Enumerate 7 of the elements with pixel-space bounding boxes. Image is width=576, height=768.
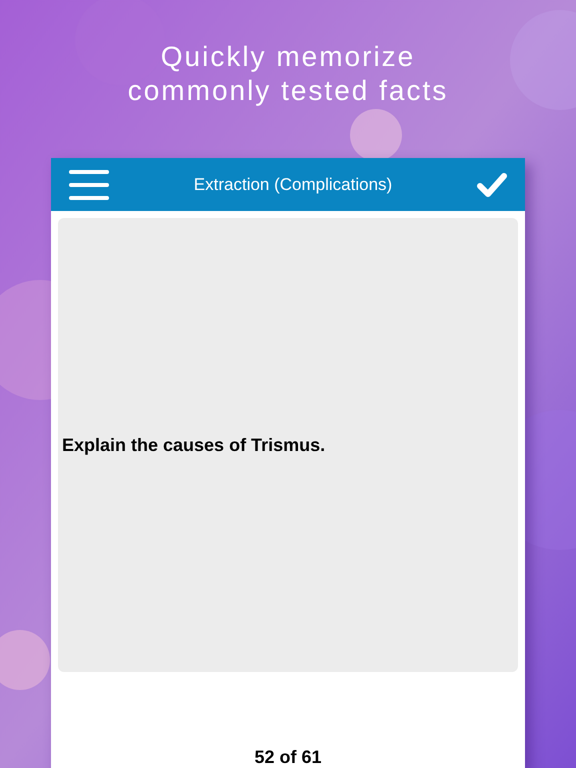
- headline: commonly tested facts: [128, 74, 448, 108]
- card-counter: 52 of 61: [254, 746, 322, 768]
- question-text: Explain the causes of Trismus.: [62, 434, 326, 457]
- menu-icon[interactable]: [69, 170, 109, 200]
- check-icon[interactable]: [477, 172, 507, 198]
- headline: Quickly memorize: [160, 40, 416, 74]
- header-title: Extraction (Complications): [194, 174, 392, 196]
